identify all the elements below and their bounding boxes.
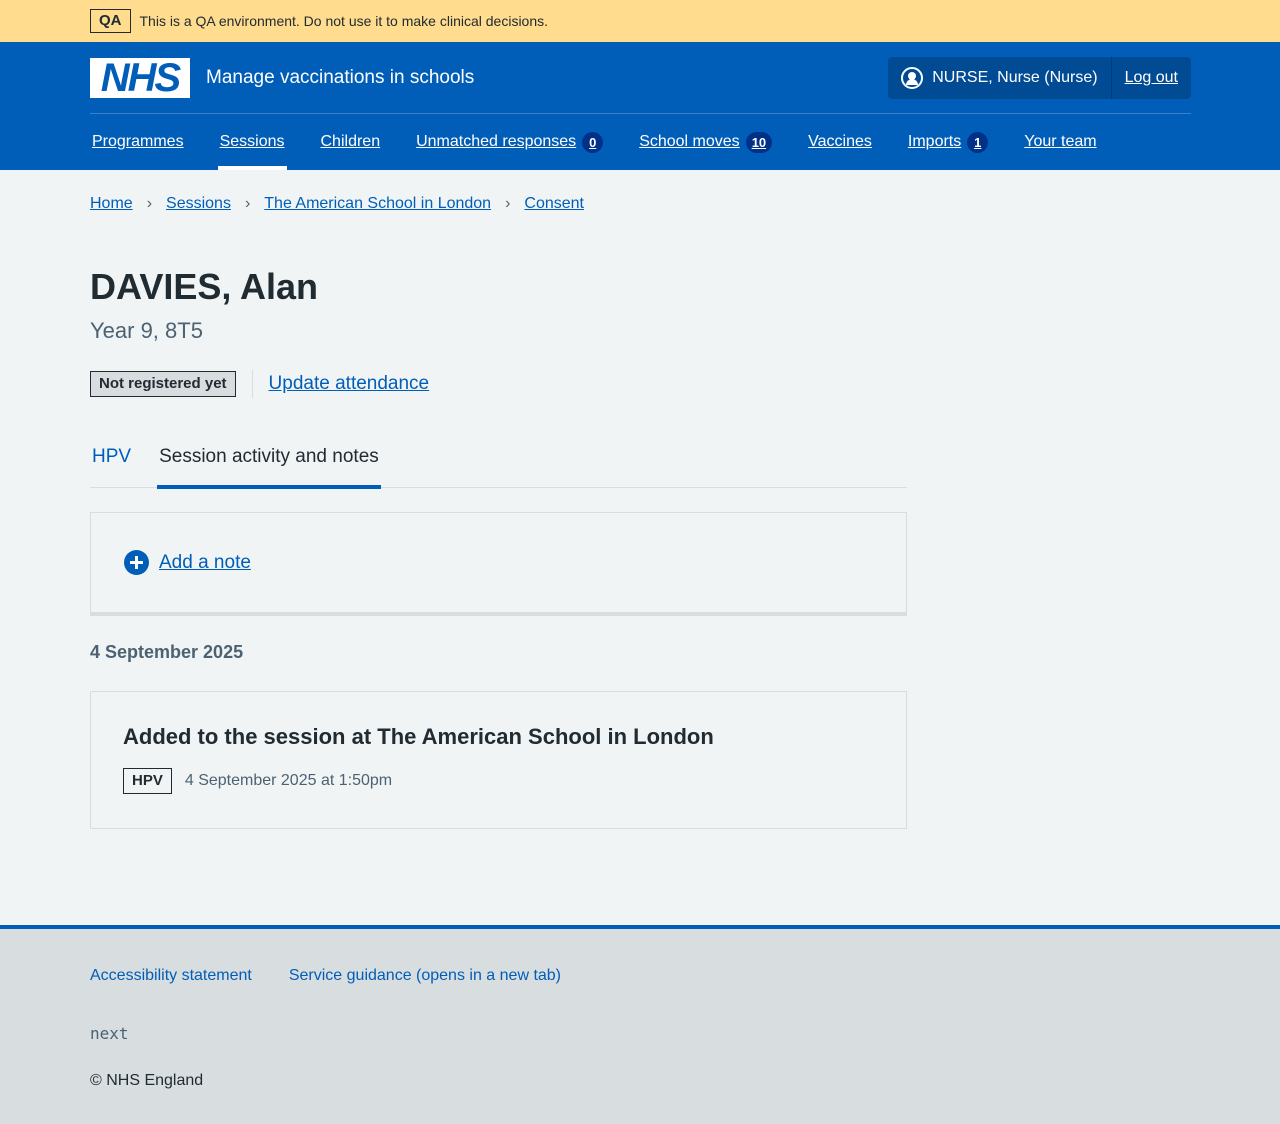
breadcrumb-school[interactable]: The American School in London: [264, 195, 491, 213]
nav-item-children[interactable]: Children: [319, 114, 383, 170]
programme-tag: HPV: [123, 768, 172, 794]
account-user-name: NURSE, Nurse (Nurse): [932, 69, 1098, 86]
breadcrumb-sessions[interactable]: Sessions: [166, 195, 231, 213]
nav-item-unmatched-responses[interactable]: Unmatched responses 0: [414, 114, 605, 170]
patient-year-group: Year 9, 8T5: [90, 318, 203, 343]
app-version: next: [90, 1024, 129, 1043]
nav-item-imports-label: Imports: [907, 133, 962, 150]
imports-count-badge: 1: [967, 131, 989, 153]
school-moves-count-badge: 10: [745, 131, 773, 153]
footer-links: Accessibility statement Service guidance…: [90, 967, 598, 985]
attendance-status-row: Not registered yet Update attendance: [90, 370, 429, 398]
nhs-logo-text: NHS: [100, 56, 181, 100]
chevron-right-icon: ›: [146, 195, 153, 212]
breadcrumb-home[interactable]: Home: [90, 195, 133, 213]
breadcrumb-consent[interactable]: Consent: [524, 195, 584, 213]
update-attendance-link[interactable]: Update attendance: [269, 373, 430, 395]
user-icon: [901, 67, 924, 89]
service-guidance-link[interactable]: Service guidance (opens in a new tab): [289, 967, 561, 985]
tab-hpv[interactable]: HPV: [90, 440, 133, 488]
event-meta: HPV 4 September 2025 at 1:50pm: [123, 768, 874, 794]
nav-item-sessions[interactable]: Sessions: [217, 114, 287, 170]
breadcrumb: Home › Sessions › The American School in…: [90, 195, 584, 213]
nav-item-your-team[interactable]: Your team: [1022, 114, 1098, 170]
qa-tag: QA: [90, 9, 131, 33]
copyright: © NHS England: [90, 1072, 204, 1089]
plus-circle-icon[interactable]: [124, 550, 149, 575]
service-name[interactable]: Manage vaccinations in schools: [206, 67, 474, 89]
chevron-right-icon: ›: [244, 195, 251, 212]
event-title: Added to the session at The American Sch…: [123, 724, 714, 749]
event-timestamp: 4 September 2025 at 1:50pm: [184, 772, 393, 789]
activity-date-heading: 4 September 2025: [90, 642, 244, 662]
activity-event-card: Added to the session at The American Sch…: [90, 691, 907, 829]
page-title: DAVIES, Alan: [90, 266, 319, 307]
accessibility-statement-link[interactable]: Accessibility statement: [90, 967, 252, 985]
status-divider: [251, 370, 253, 398]
primary-navigation: Programmes Sessions Children Unmatched r…: [90, 114, 1131, 170]
account-user: NURSE, Nurse (Nurse): [888, 57, 1110, 99]
nav-item-vaccines[interactable]: Vaccines: [806, 114, 874, 170]
nav-item-imports[interactable]: Imports 1: [906, 114, 990, 170]
nav-item-programmes[interactable]: Programmes: [90, 114, 186, 170]
nav-item-unmatched-label: Unmatched responses: [416, 133, 577, 150]
chevron-right-icon: ›: [505, 195, 511, 212]
header-top: NHS Manage vaccinations in schools NURSE…: [90, 57, 1191, 99]
site-footer: Accessibility statement Service guidance…: [0, 925, 1280, 1124]
programme-tabs: HPV Session activity and notes: [90, 440, 907, 489]
nav-item-school-moves-label: School moves: [639, 133, 740, 150]
account-menu: NURSE, Nurse (Nurse) Log out: [888, 57, 1191, 99]
qa-banner-text: This is a QA environment. Do not use it …: [139, 13, 549, 29]
site-header: NHS Manage vaccinations in schools NURSE…: [0, 42, 1280, 170]
nav-item-school-moves[interactable]: School moves 10: [637, 114, 774, 170]
add-note-card: Add a note: [90, 512, 907, 616]
tab-session-activity[interactable]: Session activity and notes: [157, 440, 381, 489]
unmatched-count-badge: 0: [582, 131, 604, 153]
nhs-logo[interactable]: NHS: [90, 58, 190, 98]
qa-environment-banner: QA This is a QA environment. Do not use …: [0, 0, 1280, 42]
logout-link[interactable]: Log out: [1110, 57, 1191, 99]
add-note-link[interactable]: Add a note: [159, 552, 251, 574]
registration-status-tag: Not registered yet: [90, 371, 236, 397]
